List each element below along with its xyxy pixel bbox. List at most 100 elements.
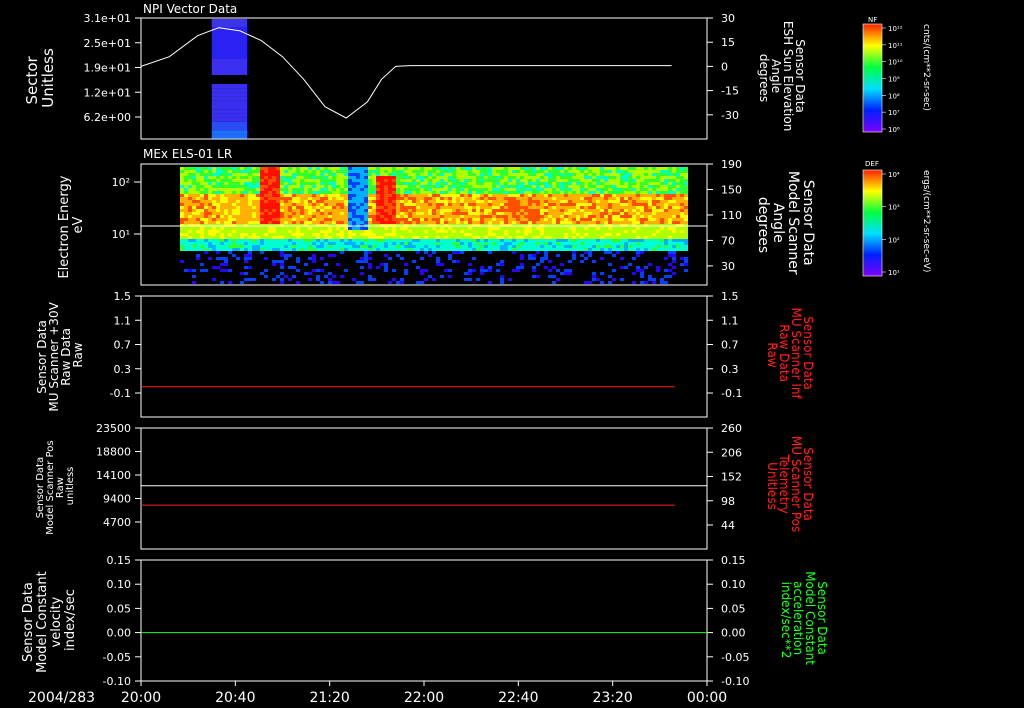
spectrogram-cell — [280, 167, 284, 170]
spectrogram-cell — [252, 191, 256, 194]
spectrogram-cell — [332, 236, 336, 239]
spectrogram-cell — [284, 236, 288, 239]
spectrogram-cell — [580, 218, 584, 221]
spectrogram-cell — [268, 227, 272, 230]
spectrogram-cell — [372, 227, 376, 230]
spectrogram-cell — [536, 239, 540, 242]
spectrogram-cell — [648, 194, 652, 197]
spectrogram-cell — [308, 215, 312, 218]
spectrogram-cell — [472, 233, 476, 236]
spectrogram-cell — [500, 209, 504, 212]
spectrogram-cell — [228, 188, 232, 191]
spectrogram-cell — [412, 182, 416, 185]
spectrogram-cell — [184, 227, 188, 230]
spectrogram-cell — [372, 221, 376, 224]
spectrogram-cell — [564, 176, 568, 179]
spectrogram-cell — [556, 200, 560, 203]
spectrogram-cell — [476, 179, 480, 182]
spectrogram-cell — [564, 215, 568, 218]
spectrogram-cell — [492, 182, 496, 185]
spectrogram-cell — [664, 236, 668, 239]
spectrogram-cell — [508, 197, 512, 200]
spectrogram-cell — [668, 269, 672, 272]
spectrogram-cell — [296, 170, 300, 173]
spectrogram-cell — [328, 272, 332, 275]
spectrogram-cell — [536, 167, 540, 170]
spectrogram-cell — [200, 212, 204, 215]
spectrogram-cell — [464, 248, 468, 251]
spectrogram-cell — [192, 170, 196, 173]
spectrogram-cell — [508, 221, 512, 224]
spectrogram-cell — [372, 194, 376, 197]
spectrogram-cell — [660, 182, 664, 185]
spectrogram-cell — [500, 170, 504, 173]
spectrogram-cell — [384, 230, 388, 233]
spectrogram-cell — [376, 221, 380, 224]
spectrogram-cell — [380, 233, 384, 236]
spectrogram-cell — [332, 281, 336, 284]
spectrogram-cell — [432, 212, 436, 215]
spectrogram-cell — [240, 239, 244, 242]
spectrogram-cell — [500, 263, 504, 266]
spectrogram-cell — [324, 191, 328, 194]
spectrogram-cell — [500, 188, 504, 191]
spectrogram-cell — [624, 179, 628, 182]
spectrogram-cell — [512, 221, 516, 224]
spectrogram-cell — [592, 215, 596, 218]
spectrogram-cell — [540, 194, 544, 197]
spectrogram-cell — [376, 227, 380, 230]
spectrogram-cell — [328, 215, 332, 218]
panel-npi: NPI Vector Data 3.1e+012.5e+011.9e+011.2… — [23, 2, 807, 140]
spectrogram-cell — [340, 185, 344, 188]
spectrogram-cell — [260, 197, 264, 200]
spectrogram-cell — [252, 176, 256, 179]
spectrogram-cell — [680, 209, 684, 212]
spectrogram-cell — [332, 209, 336, 212]
spectrogram-cell — [556, 254, 560, 257]
spectrogram-cell — [628, 197, 632, 200]
spectrogram-cell — [620, 173, 624, 176]
spectrogram-cell — [320, 221, 324, 224]
spectrogram-cell — [200, 263, 204, 266]
spectrogram-cell — [336, 230, 340, 233]
spectrogram-cell — [384, 266, 388, 269]
spectrogram-cell — [392, 230, 396, 233]
spectrogram-cell — [264, 185, 268, 188]
tick-label: 30 — [721, 12, 735, 25]
spectrogram-cell — [304, 188, 308, 191]
spectrogram-cell — [348, 200, 352, 203]
spectrogram-cell — [580, 233, 584, 236]
spectrogram-cell — [484, 179, 488, 182]
spectrogram-cell — [344, 185, 348, 188]
spectrogram-cell — [488, 179, 492, 182]
spectrogram-cell — [640, 245, 644, 248]
spectrogram-cell — [352, 245, 356, 248]
spectrogram-cell — [452, 242, 456, 245]
spectrogram-cell — [224, 236, 228, 239]
spectrogram-cell — [544, 206, 548, 209]
spectrogram-cell — [320, 173, 324, 176]
spectrogram-cell — [256, 218, 260, 221]
spectrogram-cell — [424, 221, 428, 224]
spectrogram-cell — [440, 170, 444, 173]
spectrogram-cell — [388, 182, 392, 185]
spectrogram-cell — [196, 200, 200, 203]
spectrogram-cell — [612, 233, 616, 236]
panel-model-constant-right-ticks: 0.150.100.050.00-0.05-0.10 — [707, 554, 749, 688]
spectrogram-cell — [264, 194, 268, 197]
spectrogram-cell — [192, 179, 196, 182]
spectrogram-cell — [684, 236, 688, 239]
spectrogram-cell — [188, 218, 192, 221]
spectrogram-cell — [536, 185, 540, 188]
spectrogram-cell — [564, 230, 568, 233]
spectrogram-cell — [660, 242, 664, 245]
tick-label: 1.1 — [721, 314, 739, 327]
spectrogram-cell — [244, 215, 248, 218]
spectrogram-cell — [404, 179, 408, 182]
spectrogram-cell — [456, 182, 460, 185]
spectrogram-cell — [420, 269, 424, 272]
spectrogram-cell — [292, 200, 296, 203]
plot-canvas: NPI Vector Data 3.1e+012.5e+011.9e+011.2… — [21, 2, 931, 706]
spectrogram-cell — [456, 197, 460, 200]
spectrogram-cell — [328, 278, 332, 281]
